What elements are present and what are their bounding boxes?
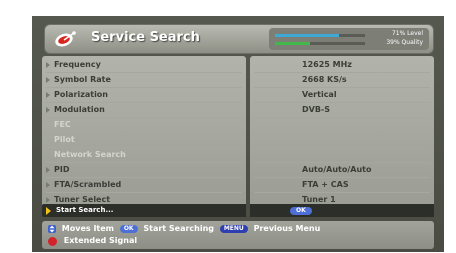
arrow-right-icon xyxy=(46,197,50,203)
help-bar: Moves Item OK Start Searching MENU Previ… xyxy=(42,221,434,249)
arrow-right-icon xyxy=(46,167,50,173)
red-button-icon xyxy=(48,236,57,246)
menu-row-disabled: FEC xyxy=(54,120,71,129)
value-pid[interactable]: Auto/Auto/Auto xyxy=(250,163,434,177)
quality-bar xyxy=(275,42,365,45)
quality-text: 39% Quality xyxy=(386,39,423,46)
level-bar xyxy=(275,34,365,37)
arrow-right-icon xyxy=(46,92,50,98)
start-search-row[interactable]: Start Search... xyxy=(42,204,246,217)
menu-row-disabled: Network Search xyxy=(54,150,126,159)
help-line-2: Extended Signal xyxy=(48,235,137,247)
page-title: Service Search xyxy=(91,30,200,45)
previous-menu-text: Previous Menu xyxy=(253,224,321,233)
start-search-label: Start Search... xyxy=(56,206,114,214)
value-fta-scrambled[interactable]: FTA + CAS xyxy=(250,178,434,192)
arrow-right-icon xyxy=(46,107,50,113)
menu-row[interactable]: Symbol Rate xyxy=(42,73,246,87)
settings-label-panel: Frequency Symbol Rate Polarization Modul… xyxy=(42,56,246,215)
start-searching-text: Start Searching xyxy=(143,224,215,233)
selection-arrow-icon xyxy=(46,207,51,215)
value-modulation[interactable]: DVB-S xyxy=(250,103,434,117)
menu-key: MENU xyxy=(219,225,248,233)
extended-signal-text: Extended Signal xyxy=(63,236,138,245)
value-polarization[interactable]: Vertical xyxy=(250,88,434,102)
signal-meter: 71% Level 39% Quality xyxy=(269,28,429,50)
level-bar-fill xyxy=(275,34,339,37)
satellite-dish-icon xyxy=(55,31,76,47)
menu-row[interactable]: FTA/Scrambled xyxy=(42,178,246,192)
tv-screen: Service Search 71% Level 39% Quality Fre… xyxy=(32,16,444,252)
menu-row-disabled: Pilot xyxy=(54,135,75,144)
header-bar: Service Search 71% Level 39% Quality xyxy=(44,24,434,54)
start-search-ok-row[interactable]: OK xyxy=(250,204,434,217)
moves-item-text: Moves Item xyxy=(61,224,115,233)
menu-row[interactable]: Modulation xyxy=(42,103,246,117)
help-line-1: Moves Item OK Start Searching MENU Previ… xyxy=(48,223,320,235)
arrow-right-icon xyxy=(46,182,50,188)
settings-value-panel: 12625 MHz 2668 KS/s Vertical DVB-S Auto/… xyxy=(250,56,434,215)
menu-row[interactable]: Frequency xyxy=(42,58,246,72)
up-down-arrows-icon xyxy=(48,225,56,233)
menu-row[interactable]: PID xyxy=(42,163,246,177)
quality-bar-fill xyxy=(275,42,311,45)
level-text: 71% Level xyxy=(391,30,423,37)
value-frequency[interactable]: 12625 MHz xyxy=(250,58,434,72)
value-symbol-rate[interactable]: 2668 KS/s xyxy=(250,73,434,87)
arrow-right-icon xyxy=(46,77,50,83)
ok-button[interactable]: OK xyxy=(290,207,312,215)
arrow-right-icon xyxy=(46,62,50,68)
ok-key: OK xyxy=(119,225,138,233)
menu-row[interactable]: Polarization xyxy=(42,88,246,102)
